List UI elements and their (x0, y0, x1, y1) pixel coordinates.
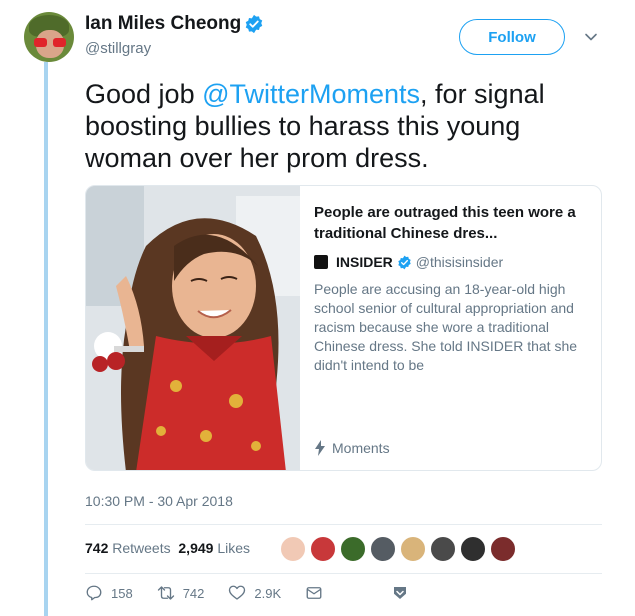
card-source-name[interactable]: INSIDER (336, 254, 393, 270)
retweets-count: 742 (85, 540, 109, 556)
verified-badge-icon (245, 14, 263, 34)
likers-avatars (280, 536, 520, 562)
save-tweet-button[interactable] (391, 584, 417, 602)
retweets-label: Retweets (112, 540, 171, 556)
tweet-text-prefix: Good job (85, 79, 203, 109)
verified-badge-icon (398, 255, 411, 269)
likes-label: Likes (217, 540, 251, 556)
card-image (86, 186, 300, 470)
avatar[interactable] (24, 12, 74, 62)
like-button[interactable]: 2.9K (228, 584, 281, 602)
likes-count: 2,949 (178, 540, 214, 556)
direct-message-button[interactable] (305, 584, 331, 602)
card-description: People are accusing an 18-year-old high … (314, 281, 578, 373)
reply-count: 158 (111, 585, 133, 601)
lightning-bolt-icon (315, 440, 325, 456)
author-handle[interactable]: @stillgray (85, 40, 151, 57)
card-footer: Moments (314, 440, 390, 456)
tweet-timestamp[interactable]: 10:30 PM - 30 Apr 2018 (85, 493, 233, 509)
card-footer-label: Moments (332, 440, 390, 456)
tweet-actions: 158 742 2.9K (85, 584, 441, 602)
card-title[interactable]: People are outraged this teen wore a tra… (314, 202, 589, 244)
liker-avatar[interactable] (430, 536, 456, 562)
bookmark-icon (394, 587, 407, 599)
engagement-stats: 742 Retweets 2,949 Likes (85, 540, 250, 556)
heart-icon (229, 585, 246, 600)
chevron-down-icon[interactable] (583, 29, 599, 45)
liker-avatar[interactable] (460, 536, 486, 562)
like-count: 2.9K (254, 585, 282, 601)
retweet-button[interactable]: 742 (157, 584, 205, 602)
likes-stat[interactable]: 2,949 Likes (178, 540, 250, 556)
thread-line (44, 62, 48, 616)
reply-icon (86, 585, 102, 601)
tweet-text: Good job @TwitterMoments, for signal boo… (85, 78, 595, 174)
reply-button[interactable]: 158 (85, 584, 133, 602)
retweet-count: 742 (182, 585, 205, 601)
author-display-name[interactable]: Ian Miles Cheong (85, 13, 241, 35)
liker-avatar[interactable] (340, 536, 366, 562)
follow-button[interactable]: Follow (459, 19, 565, 55)
mention-link[interactable]: @TwitterMoments (202, 79, 420, 109)
divider (85, 573, 602, 574)
liker-avatar[interactable] (280, 536, 306, 562)
liker-avatar[interactable] (310, 536, 336, 562)
divider (85, 524, 602, 525)
liker-avatar[interactable] (490, 536, 516, 562)
liker-avatar[interactable] (400, 536, 426, 562)
liker-avatar[interactable] (370, 536, 396, 562)
retweet-icon (157, 586, 174, 600)
envelope-icon (306, 587, 322, 599)
avatar-glasses (34, 38, 66, 47)
card-source: INSIDER @thisisinsider (314, 254, 589, 270)
retweets-stat[interactable]: 742 Retweets (85, 540, 171, 556)
link-card[interactable]: People are outraged this teen wore a tra… (85, 185, 602, 471)
card-source-handle[interactable]: @thisisinsider (416, 254, 503, 270)
card-body: People are outraged this teen wore a tra… (314, 202, 589, 375)
insider-logo-icon (314, 255, 328, 269)
